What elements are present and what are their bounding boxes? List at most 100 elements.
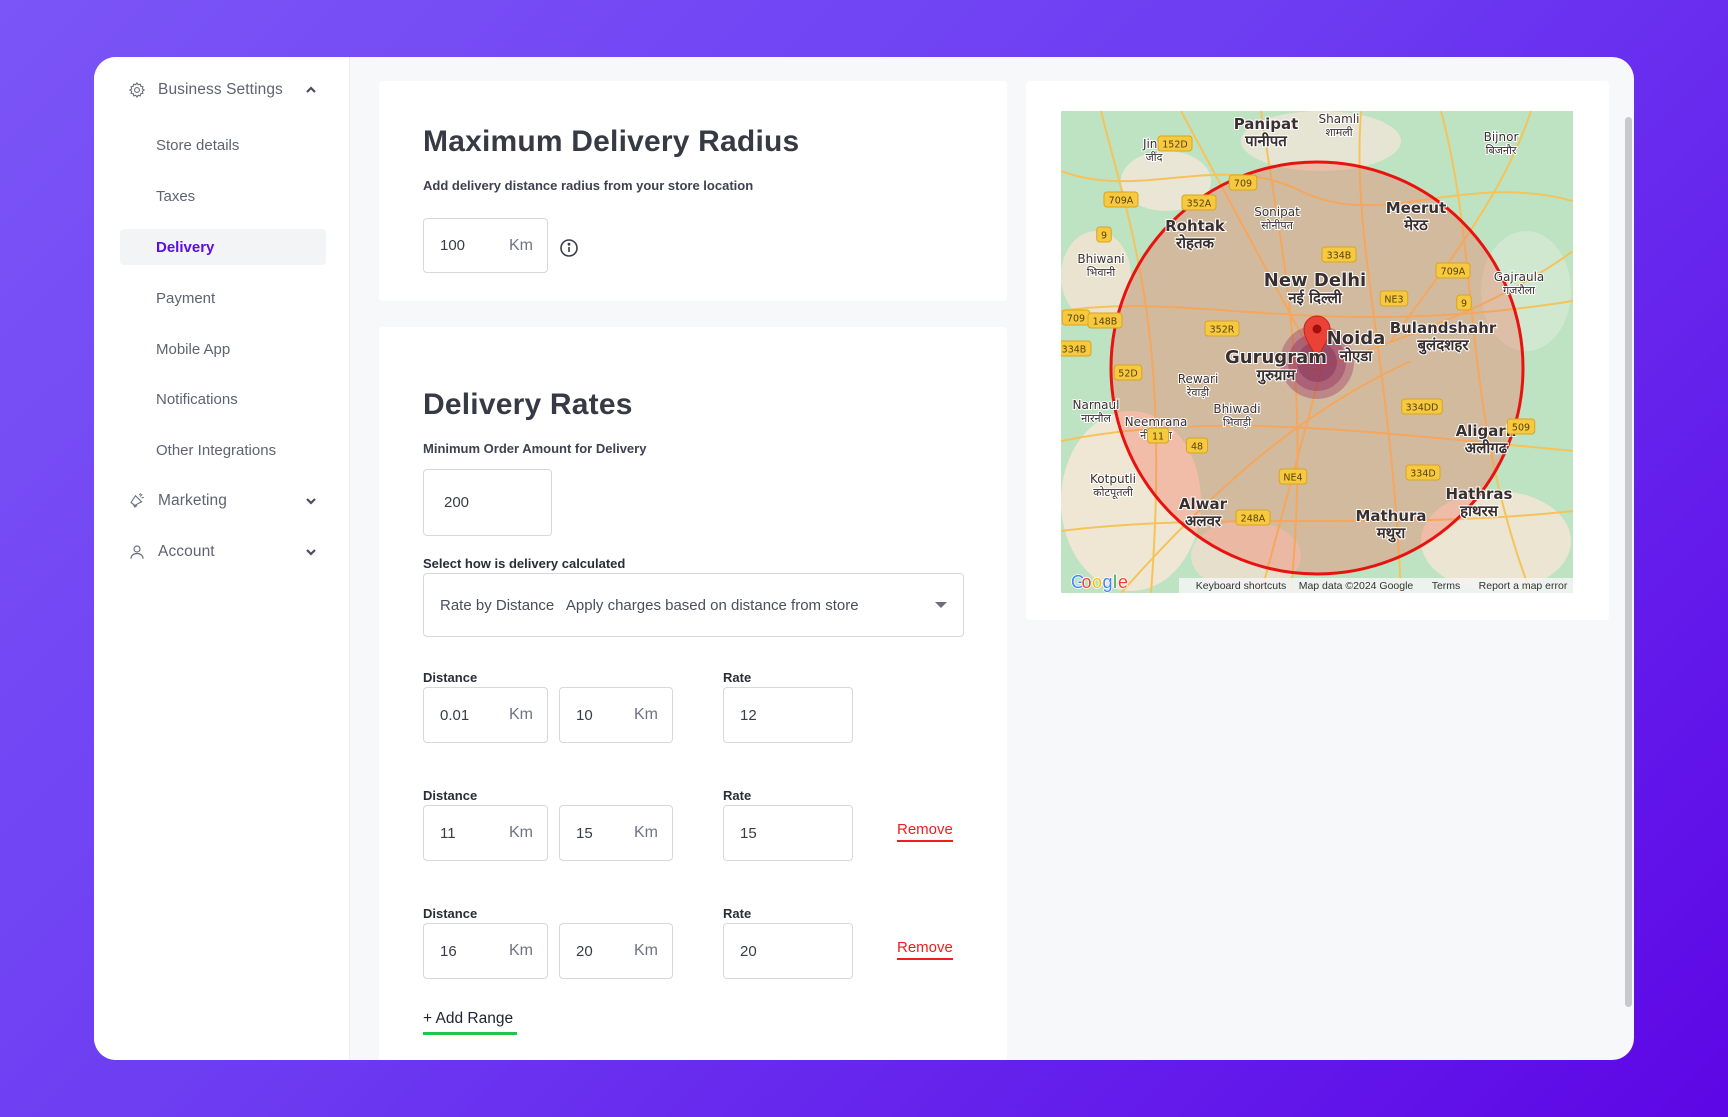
location-pin-dot bbox=[1312, 324, 1322, 334]
city-label-hindi: अलवर bbox=[1185, 512, 1222, 530]
map[interactable]: Panipat पानीपत Shamli शामली Jind जींद Bijnor बि… bbox=[1061, 111, 1573, 593]
sidebar-item-payment[interactable]: Payment bbox=[120, 280, 326, 316]
chevron-up-icon bbox=[306, 86, 316, 93]
distance-from-input[interactable]: 11 Km bbox=[423, 805, 548, 861]
caret-down-icon bbox=[935, 602, 947, 608]
sidebar-group-account[interactable]: Account bbox=[94, 534, 350, 570]
city-label-hindi: पानीपत bbox=[1244, 132, 1288, 150]
city-label-hindi: बुलंदशहर bbox=[1416, 336, 1469, 355]
road-shield-label: 352A bbox=[1187, 199, 1212, 210]
road-shield-label: 9 bbox=[1461, 299, 1467, 310]
sidebar-item-label: Other Integrations bbox=[156, 441, 277, 459]
map-canvas[interactable]: PanipatपानीपतShamliशामलीJindजींदBijnorबि… bbox=[1061, 111, 1573, 593]
sidebar: Business Settings Store details Taxes De… bbox=[94, 57, 350, 1060]
rate-input[interactable]: 12 bbox=[723, 687, 853, 743]
google-logo-letter: l bbox=[1113, 572, 1117, 592]
megaphone-icon bbox=[130, 493, 144, 508]
distance-from-value: 16 bbox=[440, 942, 457, 960]
rate-label: Rate bbox=[723, 670, 752, 685]
city-label: Neemrana bbox=[1125, 415, 1188, 429]
map-footer-link[interactable]: Keyboard shortcuts bbox=[1196, 580, 1286, 592]
sidebar-item-label: Mobile App bbox=[156, 340, 231, 358]
distance-from-value: 0.01 bbox=[440, 706, 470, 724]
city-label-hindi: भिवाड़ी bbox=[1223, 416, 1251, 429]
road-shield-label: 709 bbox=[1067, 314, 1085, 325]
scrollbar[interactable] bbox=[1625, 117, 1632, 1007]
city-label: Rohtak bbox=[1165, 217, 1226, 235]
road-shield-label: 334B bbox=[1062, 345, 1087, 356]
sidebar-item-taxes[interactable]: Taxes bbox=[120, 178, 326, 214]
min-order-input[interactable]: 200 bbox=[423, 469, 552, 536]
info-icon[interactable] bbox=[559, 238, 579, 258]
sidebar-item-label: Payment bbox=[156, 289, 216, 307]
rate-input[interactable]: 20 bbox=[723, 923, 853, 979]
city-label-hindi: सोनीपत bbox=[1261, 219, 1293, 232]
city-label: Shamli bbox=[1319, 112, 1360, 126]
map-footer-link[interactable]: Map data ©2024 Google bbox=[1299, 580, 1414, 592]
city-label: Gajraula bbox=[1494, 270, 1545, 284]
sidebar-item-other-integrations[interactable]: Other Integrations bbox=[120, 432, 326, 468]
rate-value: 12 bbox=[740, 706, 757, 724]
app-window: Business Settings Store details Taxes De… bbox=[94, 57, 1634, 1060]
distance-label: Distance bbox=[423, 670, 478, 685]
city-label: Gurugram bbox=[1225, 347, 1327, 368]
rate-value: 15 bbox=[740, 824, 757, 842]
radius-value: 100 bbox=[440, 237, 466, 254]
rate-label: Rate bbox=[723, 788, 752, 803]
city-label: Bhiwani bbox=[1077, 252, 1124, 266]
distance-to-input[interactable]: 10 Km bbox=[559, 687, 673, 743]
calc-method-select[interactable]: Rate by Distance Apply charges based on … bbox=[423, 573, 964, 637]
distance-to-value: 15 bbox=[576, 824, 593, 842]
distance-from-input[interactable]: 0.01 Km bbox=[423, 687, 548, 743]
road-shield-label: 334B bbox=[1327, 251, 1352, 262]
radius-input[interactable]: 100 Km bbox=[423, 218, 548, 273]
road-shield-label: 709 bbox=[1234, 179, 1252, 190]
google-logo-letter: e bbox=[1118, 572, 1128, 592]
city-label: Bulandshahr bbox=[1390, 319, 1497, 337]
gear-icon bbox=[128, 81, 146, 99]
google-logo-letter: o bbox=[1092, 572, 1102, 592]
distance-to-value: 10 bbox=[576, 706, 593, 724]
sidebar-item-mobile-app[interactable]: Mobile App bbox=[120, 331, 326, 367]
map-footer-link[interactable]: Terms bbox=[1432, 580, 1461, 592]
road-shield-label: 11 bbox=[1152, 432, 1164, 443]
add-range-button[interactable]: + Add Range bbox=[423, 1010, 518, 1035]
city-label-hindi: रेवाड़ी bbox=[1186, 386, 1209, 399]
rate-input[interactable]: 15 bbox=[723, 805, 853, 861]
road-shield-label: 709A bbox=[1441, 267, 1466, 278]
city-label: Kotputli bbox=[1090, 472, 1136, 486]
road-shield-label: 152D bbox=[1162, 140, 1187, 151]
sidebar-item-label: Taxes bbox=[156, 187, 196, 205]
remove-range-button[interactable]: Remove bbox=[897, 821, 953, 842]
sidebar-group-marketing[interactable]: Marketing bbox=[94, 483, 350, 519]
city-label-hindi: मेरठ bbox=[1403, 216, 1429, 234]
city-label-hindi: रोहतक bbox=[1175, 234, 1216, 252]
road-shield-label: 148B bbox=[1093, 317, 1118, 328]
city-label-hindi: भिवानी bbox=[1087, 266, 1116, 279]
sidebar-item-label: Store details bbox=[156, 136, 240, 154]
sidebar-item-delivery[interactable]: Delivery bbox=[120, 229, 326, 265]
city-label-hindi: गजरौला bbox=[1503, 284, 1535, 297]
city-label-hindi: कोटपूतली bbox=[1093, 486, 1133, 500]
city-label-hindi: बिजनौर bbox=[1486, 144, 1517, 157]
radius-title: Maximum Delivery Radius bbox=[423, 125, 800, 158]
sidebar-group-business-settings[interactable]: Business Settings bbox=[94, 72, 350, 108]
map-footer-link[interactable]: Report a map error bbox=[1479, 580, 1568, 592]
remove-range-button[interactable]: Remove bbox=[897, 939, 953, 960]
distance-to-value: 20 bbox=[576, 942, 593, 960]
sidebar-item-notifications[interactable]: Notifications bbox=[120, 381, 326, 417]
road-shield-label: 334D bbox=[1410, 469, 1435, 480]
distance-from-input[interactable]: 16 Km bbox=[423, 923, 548, 979]
distance-to-input[interactable]: 15 Km bbox=[559, 805, 673, 861]
city-label-hindi: जींद bbox=[1146, 151, 1163, 164]
radius-card: Maximum Delivery Radius Add delivery dis… bbox=[379, 81, 1007, 301]
distance-to-input[interactable]: 20 Km bbox=[559, 923, 673, 979]
chevron-down-icon bbox=[306, 549, 316, 556]
city-label: New Delhi bbox=[1264, 270, 1366, 291]
city-label-hindi: अलीगढ bbox=[1465, 439, 1508, 457]
sidebar-item-store-details[interactable]: Store details bbox=[120, 127, 326, 163]
distance-from-unit: Km bbox=[509, 706, 533, 723]
distance-label: Distance bbox=[423, 906, 478, 921]
city-label: Alwar bbox=[1179, 495, 1228, 513]
city-label: Mathura bbox=[1355, 507, 1426, 525]
